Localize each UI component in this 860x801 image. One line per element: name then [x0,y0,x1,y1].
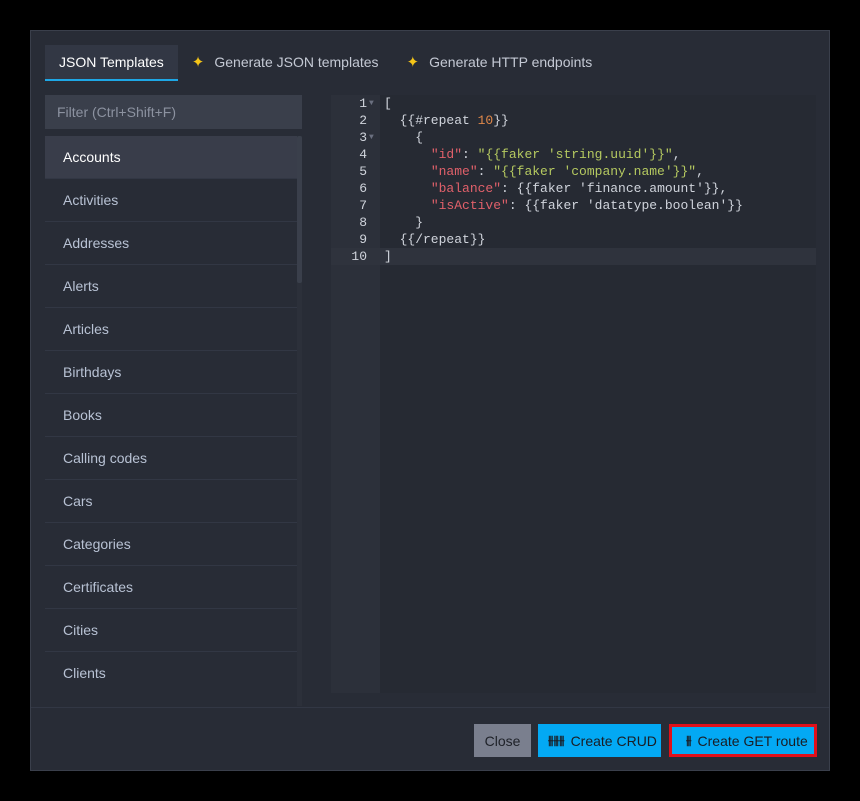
templates-dialog: JSON Templates ✦ Generate JSON templates… [30,30,830,771]
sparkles-icon: ✦ [406,54,420,71]
button-label: Create CRUD [570,732,657,749]
template-item-categories[interactable]: Categories [45,523,297,566]
template-item-clients[interactable]: Clients [45,652,297,694]
dialog-footer: Close ⫵⫵⫵ Create CRUD ⫵ Create GET route [31,707,829,772]
button-label: Create GET route [697,732,808,749]
template-label: Books [63,407,102,423]
tab-generate-http-endpoints[interactable]: ✦ Generate HTTP endpoints [393,45,607,79]
code-line: 3 ▼ { [331,129,816,146]
template-label: Clients [63,665,106,681]
template-item-articles[interactable]: Articles [45,308,297,351]
template-label: Certificates [63,579,134,595]
template-label: Categories [63,536,131,552]
template-label: Calling codes [63,450,148,466]
fold-arrow-icon[interactable]: ▼ [369,95,374,112]
code-editor[interactable]: 1 ▼ [ 2 {{#repeat 10}} 3 ▼ { 4 "id": "{{fa… [331,95,816,693]
filter-input[interactable] [45,95,302,129]
line-number: 4 [359,147,367,162]
close-button[interactable]: Close [474,724,531,757]
code-text: ] [384,249,392,264]
code-text: "isActive": {{faker 'datatype.boolean'}} [430,198,743,213]
template-item-certificates[interactable]: Certificates [45,566,297,609]
code-text: {{/repeat}} [384,232,486,247]
template-item-books[interactable]: Books [45,394,297,437]
line-number: 7 [359,198,367,213]
code-line: 6 "balance": {{faker 'finance.amount'}}, [331,180,816,197]
crud-routes-icon: ⫵⫵⫵ [548,733,565,747]
code-line: 9 {{/repeat}} [331,231,816,248]
button-label: Close [484,732,521,749]
tab-label: Generate JSON templates [214,54,379,70]
code-text: } [384,215,424,230]
line-number: 2 [359,113,367,128]
line-number: 8 [359,215,367,230]
code-text: {{#repeat 10}} [384,113,509,128]
code-line-current: 10 ] [331,248,816,265]
create-get-route-button[interactable]: ⫵ Create GET route [669,724,817,757]
line-number: 9 [359,232,367,247]
template-item-activities[interactable]: Activities [45,179,297,222]
code-line: 8 } [331,214,816,231]
code-text: "balance": {{faker 'finance.amount'}}, [430,181,728,196]
template-label: Birthdays [63,364,122,380]
line-number: 1 [359,96,367,111]
code-line: 5 "name": "{{faker 'company.name'}}", [331,163,816,180]
template-label: Cities [63,622,99,638]
tab-json-templates[interactable]: JSON Templates [45,45,178,81]
template-label: Activities [63,192,119,208]
template-label: Accounts [63,149,121,165]
template-item-calling-codes[interactable]: Calling codes [45,437,297,480]
code-text: { [384,130,424,145]
route-icon: ⫵ [686,733,692,747]
code-text: "id": "{{faker 'string.uuid'}}", [430,147,681,162]
template-item-accounts[interactable]: Accounts [45,136,297,179]
template-item-cities[interactable]: Cities [45,609,297,652]
template-item-cars[interactable]: Cars [45,480,297,523]
template-label: Articles [63,321,109,337]
code-text: [ [384,96,392,111]
template-item-addresses[interactable]: Addresses [45,222,297,265]
line-number: 5 [359,164,367,179]
fold-arrow-icon[interactable]: ▼ [369,129,374,146]
create-crud-button[interactable]: ⫵⫵⫵ Create CRUD [538,724,661,757]
line-number: 3 [359,130,367,145]
code-line: 7 "isActive": {{faker 'datatype.boolean'… [331,197,816,214]
code-line: 4 "id": "{{faker 'string.uuid'}}", [331,146,816,163]
line-number: 10 [351,249,367,264]
tab-bar: JSON Templates ✦ Generate JSON templates… [45,45,606,81]
tab-label: JSON Templates [59,54,164,70]
list-scrollbar-thumb[interactable] [297,136,302,283]
tab-label: Generate HTTP endpoints [429,54,593,70]
template-item-birthdays[interactable]: Birthdays [45,351,297,394]
template-label: Cars [63,493,93,509]
tab-generate-json-templates[interactable]: ✦ Generate JSON templates [178,45,393,79]
line-number: 6 [359,181,367,196]
template-label: Addresses [63,235,130,251]
code-line: 1 ▼ [ [331,95,816,112]
sparkles-icon: ✦ [191,54,205,71]
code-text: "name": "{{faker 'company.name'}}", [430,164,704,179]
template-list: Accounts Activities Addresses Alerts Art… [45,136,297,706]
code-line: 2 {{#repeat 10}} [331,112,816,129]
template-label: Alerts [63,278,99,294]
template-item-alerts[interactable]: Alerts [45,265,297,308]
